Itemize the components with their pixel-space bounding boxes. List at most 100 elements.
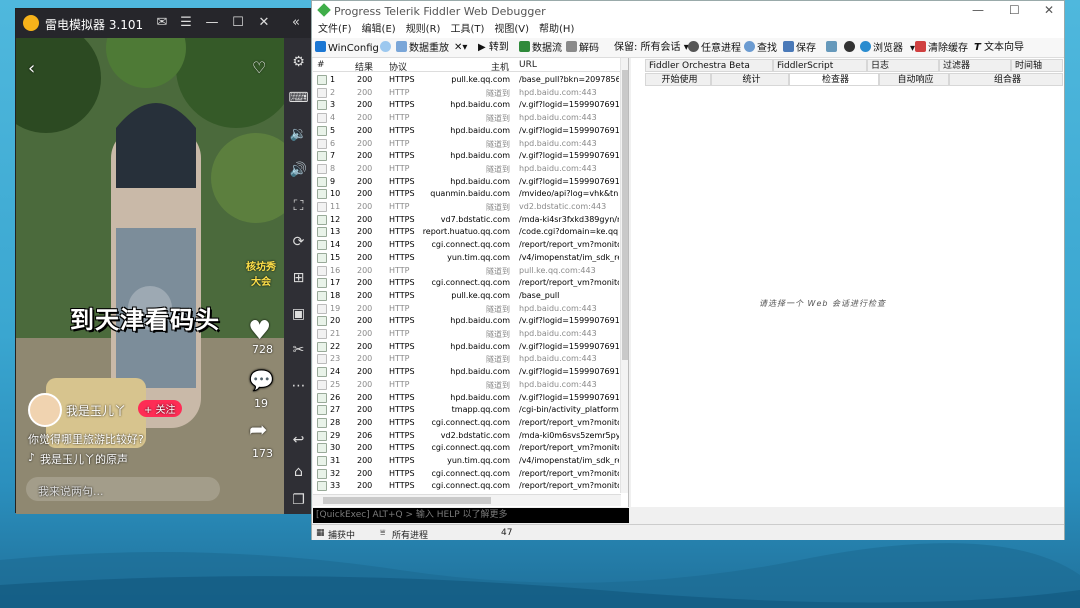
keep-sessions-dropdown[interactable]: 保留: 所有会话 ▾	[614, 41, 689, 55]
scroll-thumb[interactable]	[622, 70, 628, 360]
music-title[interactable]: 我是玉儿丫的原声	[40, 451, 128, 467]
share-icon[interactable]: ➦	[249, 418, 267, 443]
volume-up-icon[interactable]: 🔊	[288, 160, 309, 181]
tab-bottom[interactable]: 组合器	[949, 73, 1063, 86]
menu-item[interactable]: 规则(R)	[406, 22, 441, 38]
menu-item[interactable]: 编辑(E)	[362, 22, 396, 38]
more-icon[interactable]: ⋯	[288, 376, 309, 397]
fullscreen-icon[interactable]: ⛶	[288, 196, 309, 217]
heart-outline-icon[interactable]: ♡	[252, 58, 266, 77]
gear-icon[interactable]: ⚙	[288, 52, 309, 73]
username[interactable]: 我是玉儿丫	[66, 402, 126, 419]
tab-bottom[interactable]: 开始使用	[645, 73, 711, 86]
comment-icon[interactable]: 💬	[249, 368, 274, 392]
replay-button[interactable]: 数据重放	[396, 41, 449, 56]
table-row[interactable]: 12 200 HTTPS vd7.bdstatic.com/mda-ki4sr3fxk…	[313, 214, 621, 227]
minimize-button[interactable]: —	[972, 3, 984, 17]
avatar[interactable]	[28, 393, 62, 427]
keyboard-icon[interactable]: ⌨	[288, 88, 309, 109]
scissors-icon[interactable]: ✂	[288, 340, 309, 361]
tab-top[interactable]: Fiddler Orchestra Beta	[645, 59, 773, 72]
goto-button[interactable]: ▶ 转到	[478, 41, 509, 55]
table-row[interactable]: 13 200 HTTPS report.huatuo.qq.com/code.cgi?…	[313, 226, 621, 239]
tab-top[interactable]: 时间轴	[1011, 59, 1063, 72]
back-icon[interactable]: ‹	[28, 58, 35, 79]
close-button[interactable]: ✕	[254, 14, 274, 32]
table-row[interactable]: 28 200 HTTPS cgi.connect.qq.com/report/repo…	[313, 417, 621, 430]
table-row[interactable]: 23 200 HTTP 隧道到 hpd.baidu.com:443	[313, 353, 621, 366]
table-row[interactable]: 21 200 HTTP 隧道到 hpd.baidu.com:443	[313, 328, 621, 341]
maximize-button[interactable]: ☐	[1009, 3, 1020, 17]
table-row[interactable]: 11 200 HTTP 隧道到 vd2.bdstatic.com:443	[313, 201, 621, 214]
menu-item[interactable]: 文件(F)	[318, 22, 352, 38]
tab-bottom[interactable]: 自动响应	[879, 73, 949, 86]
table-row[interactable]: 20 200 HTTPS hpd.baidu.com/v.gif?logid=1599…	[313, 315, 621, 328]
browse-button[interactable]: 浏览器	[860, 41, 903, 56]
table-row[interactable]: 19 200 HTTP 隧道到 hpd.baidu.com:443	[313, 303, 621, 316]
collapse-sidebar-icon[interactable]: «	[286, 14, 306, 32]
quickexec-input[interactable]: [QuickExec] ALT+Q > 输入 HELP 以了解更多	[313, 508, 629, 523]
tab-bottom[interactable]: 检查器	[789, 73, 879, 86]
tab-top[interactable]: 日志	[867, 59, 939, 72]
capture-icon[interactable]: ▦	[316, 528, 325, 538]
table-row[interactable]: 1 200 HTTPS pull.ke.qq.com/base_pull?bkn=20…	[313, 74, 621, 87]
event-badge[interactable]: 核坊秀大会	[244, 258, 278, 288]
like-icon[interactable]: ♥	[248, 316, 271, 346]
table-row[interactable]: 8 200 HTTP 隧道到 hpd.baidu.com:443	[313, 163, 621, 176]
clear-cache-button[interactable]: ▾ 清除缓存	[910, 41, 968, 56]
find-button[interactable]: 查找	[744, 41, 777, 56]
vertical-scrollbar[interactable]	[620, 58, 628, 493]
table-row[interactable]: 29 206 HTTPS vd2.bdstatic.com/mda-ki0m6svs5…	[313, 430, 621, 443]
maximize-button[interactable]: ☐	[228, 14, 248, 32]
table-row[interactable]: 22 200 HTTPS hpd.baidu.com/v.gif?logid=1599…	[313, 341, 621, 354]
table-row[interactable]: 4 200 HTTP 隧道到 hpd.baidu.com:443	[313, 112, 621, 125]
table-row[interactable]: 32 200 HTTPS cgi.connect.qq.com/report/repo…	[313, 468, 621, 481]
table-row[interactable]: 2 200 HTTP 隧道到 hpd.baidu.com:443	[313, 87, 621, 100]
volume-down-icon[interactable]: 🔉	[288, 124, 309, 145]
process-filter[interactable]: 所有进程	[392, 528, 428, 541]
table-row[interactable]: 27 200 HTTPS tmapp.qq.com/cgi-bin/activity_…	[313, 404, 621, 417]
screenshot-icon[interactable]	[826, 41, 839, 56]
tab-top[interactable]: FiddlerScript	[773, 59, 867, 72]
table-row[interactable]: 3 200 HTTPS hpd.baidu.com/v.gif?logid=15999…	[313, 99, 621, 112]
timer-icon[interactable]	[844, 41, 857, 56]
table-row[interactable]: 5 200 HTTPS hpd.baidu.com/v.gif?logid=15999…	[313, 125, 621, 138]
table-row[interactable]: 24 200 HTTPS hpd.baidu.com/v.gif?logid=1599…	[313, 366, 621, 379]
menu-icon[interactable]: ☰	[176, 14, 196, 32]
column-header[interactable]: 主机	[491, 60, 509, 73]
sync-icon[interactable]: ⟳	[288, 232, 309, 253]
return-icon[interactable]: ↩	[288, 430, 309, 451]
add-window-icon[interactable]: ⊞	[288, 268, 309, 289]
table-row[interactable]: 31 200 HTTPS yun.tim.qq.com/v4/imopenstat/i…	[313, 455, 621, 468]
table-row[interactable]: 25 200 HTTP 隧道到 hpd.baidu.com:443	[313, 379, 621, 392]
session-list[interactable]: # 结果 协议 主机 URL 1 200 HTTPS pull.ke.qq.com/b…	[313, 58, 629, 507]
column-header[interactable]: #	[317, 60, 325, 70]
menu-item[interactable]: 视图(V)	[494, 22, 529, 38]
minimize-button[interactable]: —	[202, 14, 222, 32]
table-row[interactable]: 14 200 HTTPS cgi.connect.qq.com/report/repo…	[313, 239, 621, 252]
menu-item[interactable]: 工具(T)	[450, 22, 484, 38]
horizontal-scrollbar[interactable]	[313, 494, 621, 506]
winconfig-button[interactable]: WinConfig	[315, 41, 379, 56]
table-row[interactable]: 17 200 HTTPS cgi.connect.qq.com/report/repo…	[313, 277, 621, 290]
column-header[interactable]: 协议	[389, 60, 407, 73]
any-process-button[interactable]: 任意进程	[688, 41, 741, 56]
table-row[interactable]: 16 200 HTTP 隧道到 pull.ke.qq.com:443	[313, 265, 621, 278]
phone-screen[interactable]: 到天津看码头 核坊秀大会 ‹ ♡ ♥ 728 💬 19 ➦ 173 我是玉儿丫 …	[16, 38, 284, 514]
apk-icon[interactable]: ▣	[288, 304, 309, 325]
text-wizard-button[interactable]: T 文本向导	[974, 41, 1024, 55]
scroll-thumb[interactable]	[323, 497, 491, 504]
recent-apps-icon[interactable]: ❐	[288, 490, 309, 511]
table-row[interactable]: 9 200 HTTPS hpd.baidu.com/v.gif?logid=15999…	[313, 176, 621, 189]
table-row[interactable]: 33 200 HTTPS cgi.connect.qq.com/report/repo…	[313, 480, 621, 493]
home-icon[interactable]: ⌂	[288, 462, 309, 483]
follow-button[interactable]: + 关注	[138, 400, 182, 417]
save-button[interactable]: 保存	[783, 41, 816, 56]
comment-icon[interactable]	[380, 41, 393, 56]
tab-bottom[interactable]: 统计	[711, 73, 789, 86]
table-row[interactable]: 10 200 HTTPS quanmin.baidu.com/mvideo/api?l…	[313, 188, 621, 201]
table-row[interactable]: 6 200 HTTP 隧道到 hpd.baidu.com:443	[313, 138, 621, 151]
menu-item[interactable]: 帮助(H)	[539, 22, 574, 38]
table-row[interactable]: 7 200 HTTPS hpd.baidu.com/v.gif?logid=15999…	[313, 150, 621, 163]
remove-icon[interactable]: ✕▾	[454, 41, 467, 55]
